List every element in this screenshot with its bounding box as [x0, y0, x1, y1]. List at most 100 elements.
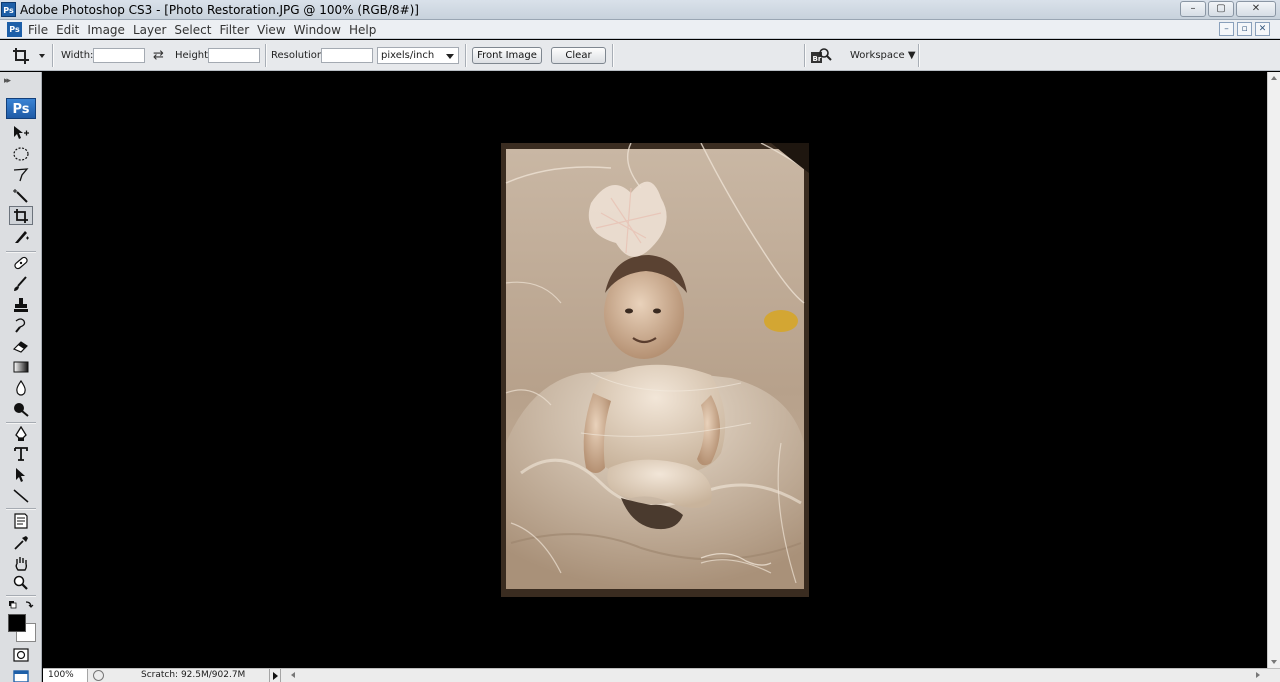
menu-layer[interactable]: Layer: [133, 23, 174, 37]
resolution-units-select[interactable]: pixels/inch: [377, 47, 459, 64]
maximize-button[interactable]: ▢: [1208, 1, 1234, 17]
toolbox-collapse-grip[interactable]: ▸▸: [4, 76, 11, 86]
close-button[interactable]: ✕: [1236, 1, 1276, 17]
width-label: Width:: [61, 50, 94, 61]
options-bar: Width: ⇄ Height: Resolution: pixels/inch…: [0, 40, 1280, 71]
crop-icon: [13, 47, 29, 64]
resolution-input[interactable]: [321, 48, 373, 63]
workspace-menu[interactable]: Workspace ▼: [850, 50, 916, 61]
divider: [6, 508, 36, 509]
hand-tool[interactable]: [9, 553, 33, 572]
menu-help[interactable]: Help: [349, 23, 384, 37]
menu-window[interactable]: Window: [294, 23, 349, 37]
baby-photo-illustration: [501, 143, 809, 597]
title-bar: Ps Adobe Photoshop CS3 - [Photo Restorat…: [0, 0, 1280, 20]
divider: [6, 422, 36, 423]
menu-edit[interactable]: Edit: [56, 23, 87, 37]
screen-mode-icon: [13, 669, 29, 682]
lasso-tool[interactable]: [9, 165, 33, 184]
marquee-tool[interactable]: [9, 144, 33, 163]
pen-icon: [15, 425, 27, 441]
scroll-left-arrow-icon[interactable]: [291, 672, 295, 678]
brush-tool[interactable]: [9, 274, 33, 293]
divider: [265, 44, 266, 67]
divider: [918, 44, 919, 67]
magnifier-icon: [13, 575, 28, 590]
brush-icon: [14, 275, 27, 291]
dodge-tool[interactable]: [9, 399, 33, 418]
type-tool[interactable]: [9, 444, 33, 463]
menu-select[interactable]: Select: [174, 23, 219, 37]
window-controls: – ▢ ✕: [1180, 1, 1276, 17]
scratch-disk-info: Scratch: 92.5M/902.7M: [141, 670, 246, 680]
swap-dimensions-icon[interactable]: ⇄: [153, 48, 164, 63]
clone-stamp-tool[interactable]: [9, 295, 33, 314]
resolution-label: Resolution:: [271, 50, 327, 61]
scroll-right-arrow-icon[interactable]: [1256, 672, 1260, 678]
resolution-units-value: pixels/inch: [381, 50, 435, 61]
hand-icon: [15, 556, 28, 571]
menu-view[interactable]: View: [257, 23, 293, 37]
polygonal-lasso-icon: [13, 167, 29, 181]
type-icon: [14, 446, 28, 461]
default-colors-icon: [9, 600, 34, 608]
width-input[interactable]: [93, 48, 145, 63]
window-title: Adobe Photoshop CS3 - [Photo Restoration…: [20, 3, 419, 17]
vertical-scrollbar[interactable]: [1267, 72, 1280, 668]
default-colors-control[interactable]: [6, 595, 36, 614]
zoom-icon: [93, 670, 104, 681]
chevron-down-icon: [39, 53, 45, 58]
eraser-tool[interactable]: [9, 336, 33, 355]
go-to-bridge-button[interactable]: Br: [810, 40, 832, 71]
foreground-color-swatch[interactable]: [8, 614, 26, 632]
gradient-tool[interactable]: [9, 357, 33, 376]
menu-filter[interactable]: Filter: [219, 23, 257, 37]
magic-wand-tool[interactable]: [9, 186, 33, 205]
eraser-icon: [12, 340, 28, 353]
chevron-down-icon: [446, 54, 454, 59]
document-restore-button[interactable]: ▫: [1237, 22, 1252, 36]
scroll-down-arrow-icon[interactable]: [1271, 660, 1277, 664]
screen-mode-button[interactable]: [9, 666, 33, 682]
front-image-button[interactable]: Front Image: [472, 47, 542, 64]
menu-file[interactable]: File: [28, 23, 56, 37]
menu-image[interactable]: Image: [87, 23, 133, 37]
clear-button[interactable]: Clear: [551, 47, 606, 64]
bridge-search-icon: Br: [811, 47, 832, 63]
path-selection-tool[interactable]: [9, 465, 33, 484]
quick-mask-button[interactable]: [9, 645, 33, 664]
slice-tool[interactable]: [9, 227, 33, 246]
crop-tool-preset-picker[interactable]: [12, 40, 46, 71]
crop-icon: [14, 208, 28, 223]
status-menu-arrow-icon[interactable]: [269, 669, 281, 682]
quick-mask-icon: [13, 647, 29, 662]
document-icon[interactable]: Ps: [7, 22, 22, 37]
zoom-level-field[interactable]: 100%: [43, 669, 88, 682]
pen-tool[interactable]: [9, 424, 33, 443]
document-window-controls: – ▫ ✕: [1219, 22, 1270, 36]
line-tool[interactable]: [9, 486, 33, 505]
notes-tool[interactable]: [9, 511, 33, 530]
crop-tool[interactable]: [9, 206, 33, 225]
document-minimize-button[interactable]: –: [1219, 22, 1234, 36]
history-brush-tool[interactable]: [9, 315, 33, 334]
document-close-button[interactable]: ✕: [1255, 22, 1270, 36]
zoom-tool[interactable]: [9, 573, 33, 592]
photo-restoration-image[interactable]: [501, 143, 809, 597]
dodge-icon: [14, 402, 29, 417]
elliptical-marquee-icon: [13, 146, 29, 161]
eyedropper-icon: [14, 535, 28, 550]
move-tool[interactable]: [9, 123, 33, 142]
slice-icon: [15, 230, 29, 243]
divider: [465, 44, 466, 67]
photoshop-logo[interactable]: Ps: [6, 98, 36, 119]
scroll-up-arrow-icon[interactable]: [1271, 76, 1277, 80]
bandage-icon: [14, 256, 28, 269]
move-icon: [14, 125, 29, 139]
healing-brush-tool[interactable]: [9, 253, 33, 272]
divider: [52, 44, 53, 67]
minimize-button[interactable]: –: [1180, 1, 1206, 17]
blur-tool[interactable]: [9, 378, 33, 397]
eyedropper-tool[interactable]: [9, 532, 33, 551]
height-input[interactable]: [208, 48, 260, 63]
